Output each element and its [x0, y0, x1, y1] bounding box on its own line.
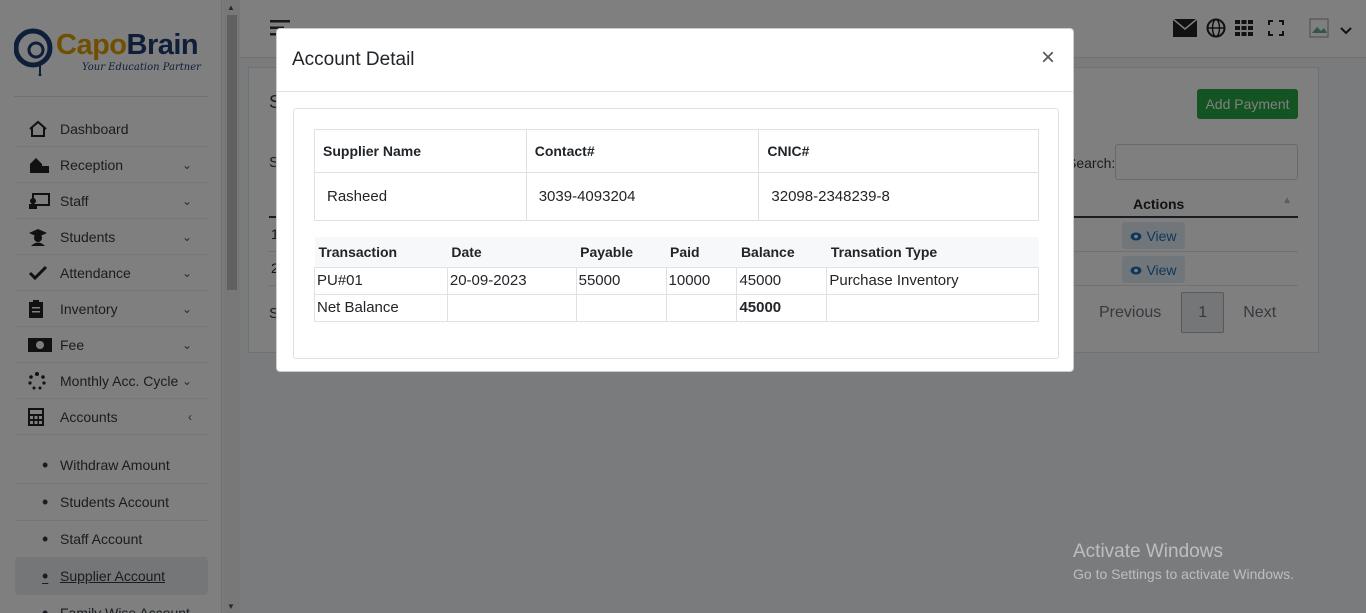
windows-activation-watermark: Activate Windows Go to Settings to activ…: [1073, 541, 1294, 582]
account-detail-modal: Account Detail × Supplier Name Contact# …: [276, 28, 1074, 372]
balance-header: Balance: [736, 237, 827, 268]
contact-header: Contact#: [525, 129, 760, 173]
empty-cell: [665, 293, 738, 322]
date-header: Date: [447, 237, 577, 268]
empty-cell: [826, 293, 1039, 322]
net-balance-row: Net Balance 45000: [314, 293, 1039, 322]
payable-header: Payable: [576, 237, 667, 268]
modal-title: Account Detail: [292, 49, 415, 70]
transaction-header: Transaction: [314, 237, 448, 268]
cnic-header: CNIC#: [758, 129, 1039, 173]
empty-cell: [446, 293, 577, 322]
watermark-subtitle: Go to Settings to activate Windows.: [1073, 566, 1294, 582]
net-balance-label: Net Balance: [314, 293, 448, 322]
supplier-name-header: Supplier Name: [314, 129, 527, 173]
modal-body: Supplier Name Contact# CNIC# Rasheed 303…: [293, 108, 1059, 359]
transaction-type-header: Transation Type: [826, 237, 1039, 268]
modal-header: Account Detail ×: [277, 29, 1073, 92]
paid-cell: 10000: [665, 266, 738, 295]
table-row: Rasheed 3039-4093204 32098-2348239-8: [314, 172, 1039, 221]
cnic-value: 32098-2348239-8: [758, 172, 1039, 221]
watermark-title: Activate Windows: [1073, 541, 1223, 562]
empty-cell: [575, 293, 667, 322]
table-row: PU#01 20-09-2023 55000 10000 45000 Purch…: [314, 266, 1039, 295]
table-header-row: Supplier Name Contact# CNIC#: [314, 129, 1039, 173]
table-header-row: Transaction Date Payable Paid Balance Tr…: [314, 237, 1039, 268]
payable-cell: 55000: [575, 266, 667, 295]
net-balance-value: 45000: [736, 293, 828, 322]
date-cell: 20-09-2023: [446, 266, 577, 295]
supplier-info-table: Supplier Name Contact# CNIC# Rasheed 303…: [314, 129, 1039, 221]
contact-value: 3039-4093204: [525, 172, 760, 221]
transactions-table: Transaction Date Payable Paid Balance Tr…: [314, 237, 1039, 322]
supplier-name-value: Rasheed: [314, 172, 527, 221]
balance-cell: 45000: [736, 266, 828, 295]
paid-header: Paid: [666, 237, 737, 268]
close-icon[interactable]: ×: [1041, 46, 1055, 70]
transaction-cell: PU#01: [314, 266, 448, 295]
transaction-type-cell: Purchase Inventory: [826, 266, 1039, 295]
